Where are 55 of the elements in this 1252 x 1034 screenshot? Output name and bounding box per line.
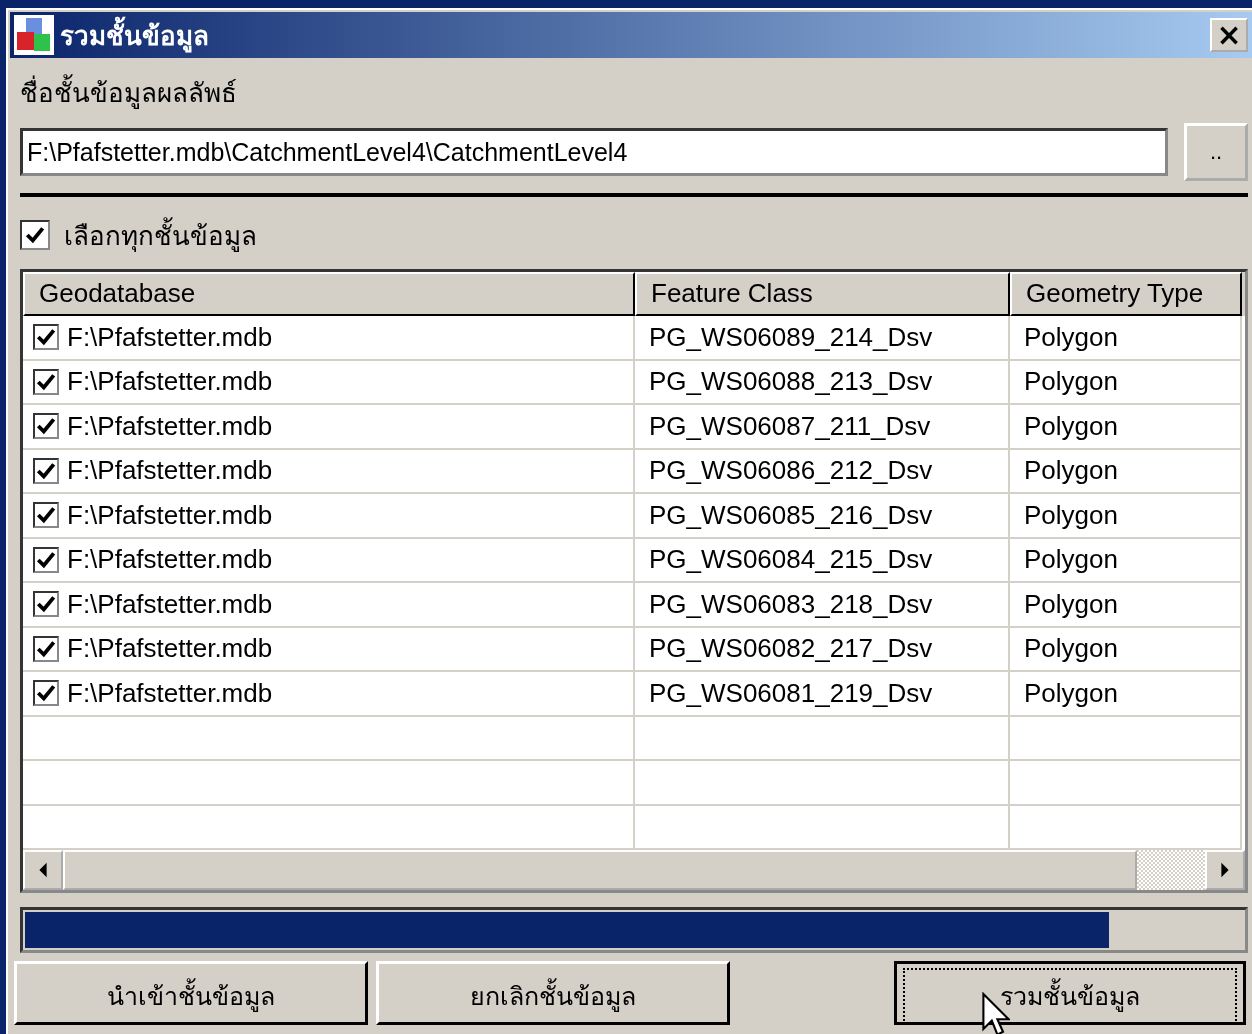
table-cell: Polygon [1024,677,1118,709]
column-header[interactable]: Feature Class [635,272,1010,316]
right-arrow-icon [1219,862,1231,878]
table-cell: PG_WS06085_216_Dsv [649,499,933,531]
table-cell: PG_WS06087_211_Dsv [649,410,931,442]
table-cell: F:\Pfafstetter.mdb [67,499,273,531]
table-cell: F:\Pfafstetter.mdb [67,366,273,398]
window-title: รวมชั้นข้อมูล [60,14,1210,56]
row-checkbox[interactable] [33,635,59,662]
left-arrow-icon [37,862,49,878]
table-cell: Polygon [1024,455,1118,487]
scroll-left-button[interactable] [23,850,63,890]
table-cell: Polygon [1024,633,1118,665]
table-cell: F:\Pfafstetter.mdb [67,588,273,620]
table-cell: F:\Pfafstetter.mdb [67,410,273,442]
column-header[interactable]: Geodatabase [23,272,635,316]
row-checkbox[interactable] [33,324,59,351]
row-checkbox[interactable] [33,457,59,484]
table-cell: PG_WS06083_218_Dsv [649,588,933,620]
table-cell: PG_WS06081_219_Dsv [649,677,933,709]
select-all-label: เลือกทุกชั้นข้อมูล [64,214,257,256]
table-cell: PG_WS06088_213_Dsv [649,366,933,398]
table-cell: PG_WS06082_217_Dsv [649,633,933,665]
table-cell: Polygon [1024,321,1118,353]
table-cell: Polygon [1024,410,1118,442]
output-path-field[interactable]: F:\Pfafstetter.mdb\CatchmentLevel4\CatchmentLevel4 [20,128,1168,176]
table-cell: F:\Pfafstetter.mdb [67,677,273,709]
table-cell: PG_WS06089_214_Dsv [649,321,933,353]
table-cell: Polygon [1024,366,1118,398]
browse-button[interactable]: .. [1184,123,1248,181]
cubes-icon [14,15,54,55]
action-button[interactable]: รวมชั้นข้อมูล [894,961,1246,1025]
action-button[interactable]: นำเข้าชั้นข้อมูล [14,961,368,1025]
select-all-checkbox[interactable] [20,220,50,250]
row-checkbox[interactable] [33,502,59,529]
table-cell: F:\Pfafstetter.mdb [67,455,273,487]
row-checkbox[interactable] [33,546,59,573]
table-cell: Polygon [1024,544,1118,576]
table-cell: F:\Pfafstetter.mdb [67,633,273,665]
table-cell: Polygon [1024,588,1118,620]
row-checkbox[interactable] [33,680,59,707]
column-header[interactable]: Geometry Type [1010,272,1242,316]
row-checkbox[interactable] [33,591,59,618]
row-checkbox[interactable] [33,413,59,440]
table-cell: F:\Pfafstetter.mdb [67,321,273,353]
output-label: ชื่อชั้นข้อมูลผลลัพธ์ [20,72,1248,113]
table-cell: F:\Pfafstetter.mdb [67,544,273,576]
table-cell: PG_WS06084_215_Dsv [649,544,933,576]
close-button[interactable]: × [1210,18,1248,52]
scroll-right-button[interactable] [1205,850,1245,890]
action-button[interactable]: ยกเลิกชั้นข้อมูล [376,961,730,1025]
table-cell: PG_WS06086_212_Dsv [649,455,933,487]
row-checkbox[interactable] [33,368,59,395]
table-cell: Polygon [1024,499,1118,531]
checkmark-icon [24,224,46,246]
